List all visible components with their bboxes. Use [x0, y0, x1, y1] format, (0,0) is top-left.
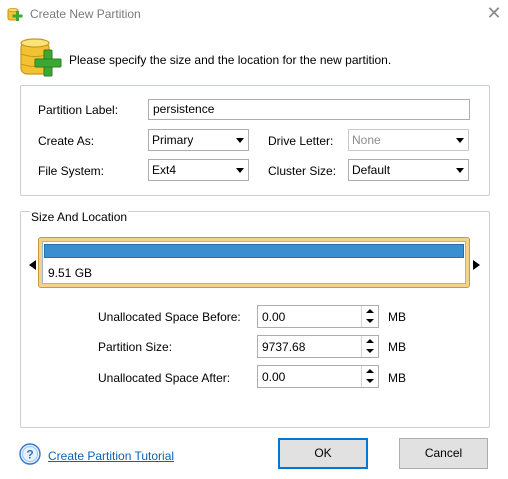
file-system-select[interactable]: Ext4 — [148, 159, 249, 181]
window-title: Create New Partition — [30, 7, 141, 21]
cluster-size-select[interactable]: Default — [348, 159, 469, 181]
help-question-icon[interactable]: ? — [19, 443, 41, 465]
chevron-down-icon — [456, 138, 464, 143]
partition-usage-bar — [44, 244, 464, 258]
partition-label-label: Partition Label: — [38, 103, 119, 117]
partition-size-spinner[interactable]: 9737.68 — [257, 335, 379, 358]
resize-handle-right-icon[interactable] — [473, 260, 480, 270]
cluster-size-label: Cluster Size: — [268, 164, 337, 178]
partition-add-large-icon — [20, 38, 62, 77]
spinner-buttons — [361, 366, 378, 387]
resize-handle-left-icon[interactable] — [29, 260, 36, 270]
create-as-label: Create As: — [38, 134, 95, 148]
spin-up-icon[interactable] — [362, 336, 378, 346]
drive-letter-value: None — [352, 133, 381, 147]
create-as-value: Primary — [152, 133, 194, 147]
header-instructions: Please specify the size and the location… — [69, 53, 392, 67]
drive-letter-select[interactable]: None — [348, 129, 469, 151]
partition-size-label: Partition Size: — [98, 340, 173, 354]
cluster-size-dropdown-button[interactable] — [451, 160, 468, 180]
file-system-dropdown-button[interactable] — [231, 160, 248, 180]
file-system-label: File System: — [38, 164, 105, 178]
unallocated-before-spinner[interactable]: 0.00 — [257, 305, 379, 328]
ok-button[interactable]: OK — [278, 438, 368, 469]
cluster-size-value: Default — [352, 163, 391, 177]
unallocated-before-unit: MB — [388, 310, 406, 324]
partition-size-text: 9.51 GB — [48, 266, 93, 280]
chevron-down-icon — [236, 138, 244, 143]
create-as-dropdown-button[interactable] — [231, 130, 248, 150]
spinner-buttons — [361, 336, 378, 357]
tutorial-link[interactable]: Create Partition Tutorial — [48, 449, 174, 463]
close-button[interactable]: ✕ — [486, 4, 502, 22]
svg-text:?: ? — [26, 448, 33, 462]
unallocated-after-label: Unallocated Space After: — [98, 371, 231, 385]
title-bar: Create New Partition ✕ — [0, 0, 508, 30]
create-as-select[interactable]: Primary — [148, 129, 249, 151]
spinner-buttons — [361, 306, 378, 327]
spin-down-icon[interactable] — [362, 316, 378, 326]
unallocated-before-label: Unallocated Space Before: — [98, 310, 241, 324]
unallocated-after-spinner[interactable]: 0.00 — [257, 365, 379, 388]
cancel-button[interactable]: Cancel — [399, 438, 488, 469]
partition-label-input[interactable]: persistence — [148, 99, 470, 120]
size-location-title: Size And Location — [30, 210, 129, 224]
file-system-value: Ext4 — [152, 163, 177, 177]
partition-size-value[interactable]: 9737.68 — [262, 340, 305, 354]
spin-up-icon[interactable] — [362, 306, 378, 316]
drive-letter-label: Drive Letter: — [268, 134, 334, 148]
partition-add-icon — [7, 8, 23, 21]
spin-down-icon[interactable] — [362, 346, 378, 356]
unallocated-after-unit: MB — [388, 371, 406, 385]
partition-size-unit: MB — [388, 340, 406, 354]
chevron-down-icon — [236, 168, 244, 173]
unallocated-before-value[interactable]: 0.00 — [262, 310, 285, 324]
spin-down-icon[interactable] — [362, 376, 378, 386]
drive-letter-dropdown-button[interactable] — [451, 130, 468, 150]
spin-up-icon[interactable] — [362, 366, 378, 376]
unallocated-after-value[interactable]: 0.00 — [262, 370, 285, 384]
chevron-down-icon — [456, 168, 464, 173]
